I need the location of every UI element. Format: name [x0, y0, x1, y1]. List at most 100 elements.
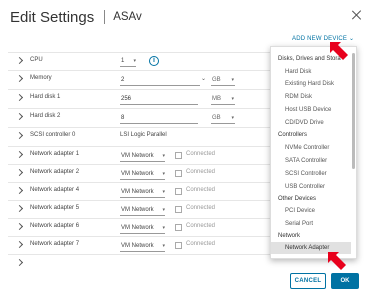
- network-select[interactable]: VM Network ▾: [120, 240, 165, 252]
- chevron-right-icon[interactable]: [15, 222, 24, 231]
- menu-item-hard-disk[interactable]: Hard Disk: [271, 66, 351, 78]
- menu-item-cd-dvd-drive[interactable]: CD/DVD Drive: [271, 117, 351, 129]
- add-device-dropdown-menu: Disks, Drives and Stora Hard Disk Existi…: [270, 46, 357, 259]
- chevron-down-icon: ▾: [231, 115, 234, 121]
- chevron-right-icon[interactable]: [15, 168, 24, 177]
- chevron-right-icon[interactable]: [15, 74, 24, 83]
- memory-control: 2 ⌄ GB ▾: [120, 73, 240, 87]
- hardware-row-network-adapter-2: Network adapter 2 VM Network ▾ Connected: [8, 164, 270, 182]
- chevron-down-icon: ▾: [231, 77, 234, 83]
- menu-item-serial-port[interactable]: Serial Port: [271, 218, 351, 230]
- network-select[interactable]: VM Network ▾: [120, 186, 165, 198]
- ok-button[interactable]: OK: [331, 273, 359, 289]
- network-select[interactable]: VM Network ▾: [120, 168, 165, 180]
- chevron-down-icon: ▾: [162, 225, 165, 231]
- network-adapter-control: VM Network ▾ Connected: [120, 239, 270, 253]
- scsi-type: LSI Logic Parallel: [120, 132, 167, 138]
- memory-unit: GB: [212, 77, 221, 83]
- chevron-down-icon: ▾: [162, 207, 165, 213]
- hard-disk-2-unit-select[interactable]: GB ▾: [211, 112, 235, 124]
- connected-label: Connected: [186, 169, 216, 175]
- memory-input[interactable]: 2: [120, 74, 200, 86]
- hardware-row-hard-disk-1: Hard disk 1 256 MB ▾: [8, 89, 270, 107]
- menu-item-nvme-controller[interactable]: NVMe Controller: [271, 142, 351, 154]
- chevron-right-icon[interactable]: [15, 240, 24, 249]
- hard-disk-1-unit-select[interactable]: MB ▾: [211, 93, 235, 105]
- memory-label: Memory: [30, 75, 52, 81]
- hardware-row-network-adapter-1: Network adapter 1 VM Network ▾ Connected: [8, 146, 270, 164]
- network-value: VM Network: [121, 243, 154, 249]
- hardware-row-network-adapter-5: Network adapter 5 VM Network ▾ Connected: [8, 200, 270, 218]
- chevron-right-icon[interactable]: [15, 56, 24, 65]
- connected-checkbox[interactable]: [175, 242, 182, 249]
- network-adapter-label: Network adapter 7: [30, 241, 80, 247]
- connected-checkbox[interactable]: [175, 206, 182, 213]
- chevron-down-icon[interactable]: ⌄: [201, 75, 206, 82]
- chevron-right-icon[interactable]: [15, 186, 24, 195]
- red-arrow-icon: [330, 42, 348, 60]
- network-value: VM Network: [121, 207, 154, 213]
- menu-scrollbar[interactable]: [352, 53, 355, 169]
- network-select[interactable]: VM Network ▾: [120, 222, 165, 234]
- hardware-row-network-adapter-4: Network adapter 4 VM Network ▾ Connected: [8, 182, 270, 200]
- vm-name: ASAv: [113, 11, 142, 23]
- menu-item-existing-hard-disk[interactable]: Existing Hard Disk: [271, 78, 351, 90]
- network-select[interactable]: VM Network ▾: [120, 204, 165, 216]
- title-separator: [104, 10, 106, 24]
- menu-item-sata-controller[interactable]: SATA Controller: [271, 155, 351, 167]
- network-select[interactable]: VM Network ▾: [120, 150, 165, 162]
- network-adapter-label: Network adapter 6: [30, 223, 80, 229]
- cpu-select[interactable]: 1 ▾: [120, 56, 136, 67]
- menu-item-pci-device[interactable]: PCI Device: [271, 205, 351, 217]
- connected-checkbox[interactable]: [175, 170, 182, 177]
- connected-checkbox[interactable]: [175, 152, 182, 159]
- cpu-control: 1 ▾ i: [120, 55, 170, 69]
- chevron-right-icon[interactable]: [15, 150, 24, 159]
- cpu-label: CPU: [30, 57, 43, 63]
- cpu-value: 1: [121, 58, 125, 64]
- chevron-right-icon[interactable]: [15, 258, 24, 267]
- hard-disk-1-control: 256 MB ▾: [120, 92, 240, 106]
- network-adapter-label: Network adapter 4: [30, 187, 80, 193]
- menu-section-header: Other Devices: [278, 196, 317, 202]
- edit-settings-dialog: Edit Settings ASAv ADD NEW DEVICE ⌄ CPU …: [0, 0, 371, 300]
- network-value: VM Network: [121, 225, 154, 231]
- network-adapter-label: Network adapter 1: [30, 151, 80, 157]
- dialog-header: Edit Settings ASAv: [10, 7, 142, 27]
- connected-checkbox[interactable]: [175, 224, 182, 231]
- hardware-row-scsi: SCSI controller 0 LSI Logic Parallel: [8, 127, 270, 145]
- info-icon[interactable]: i: [149, 56, 159, 66]
- chevron-down-icon: ▾: [162, 243, 165, 249]
- hard-disk-2-unit: GB: [212, 115, 221, 121]
- hard-disk-1-input[interactable]: 256: [120, 93, 198, 105]
- hardware-row-network-adapter-6: Network adapter 6 VM Network ▾ Connected: [8, 218, 270, 236]
- red-arrow-icon: [328, 252, 346, 270]
- menu-item-host-usb-device[interactable]: Host USB Device: [271, 104, 351, 116]
- scsi-label: SCSI controller 0: [30, 132, 76, 138]
- chevron-down-icon: ▾: [162, 171, 165, 177]
- chevron-right-icon[interactable]: [15, 131, 24, 140]
- menu-item-scsi-controller[interactable]: SCSI Controller: [271, 168, 351, 180]
- network-value: VM Network: [121, 153, 154, 159]
- chevron-right-icon[interactable]: [15, 204, 24, 213]
- hard-disk-2-input[interactable]: 8: [120, 112, 198, 124]
- close-icon[interactable]: [351, 9, 363, 21]
- chevron-down-icon: ▾: [231, 96, 234, 102]
- memory-unit-select[interactable]: GB ▾: [211, 74, 235, 86]
- hard-disk-2-control: 8 GB ▾: [120, 111, 240, 125]
- cancel-button[interactable]: CANCEL: [290, 273, 326, 289]
- scsi-control: LSI Logic Parallel: [120, 130, 240, 144]
- hard-disk-2-label: Hard disk 2: [30, 113, 61, 119]
- menu-item-rdm-disk[interactable]: RDM Disk: [271, 91, 351, 103]
- network-value: VM Network: [121, 189, 154, 195]
- chevron-right-icon[interactable]: [15, 112, 24, 121]
- dialog-footer: CANCEL OK: [0, 268, 371, 300]
- chevron-down-icon: ▾: [162, 153, 165, 159]
- connected-label: Connected: [186, 223, 216, 229]
- network-adapter-label: Network adapter 2: [30, 169, 80, 175]
- chevron-right-icon[interactable]: [15, 93, 24, 102]
- connected-checkbox[interactable]: [175, 188, 182, 195]
- menu-item-usb-controller[interactable]: USB Controller: [271, 181, 351, 193]
- network-adapter-control: VM Network ▾ Connected: [120, 167, 270, 181]
- connected-label: Connected: [186, 241, 216, 247]
